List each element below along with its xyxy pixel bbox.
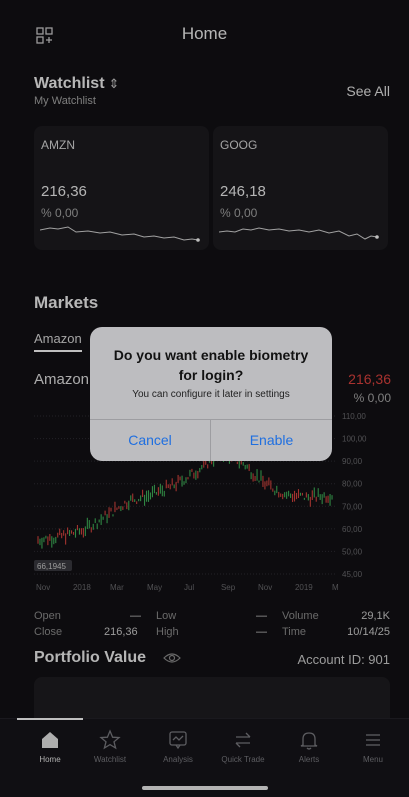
enable-button[interactable]: Enable	[211, 419, 332, 461]
dialog-title: Do you want enable biometry for login?	[90, 345, 332, 385]
cancel-button[interactable]: Cancel	[90, 419, 210, 461]
dialog-message: You can configure it later in settings	[132, 389, 290, 400]
dialog-title-line1: Do you want enable biometry	[113, 347, 309, 363]
dialog-title-line2: for login?	[178, 367, 244, 383]
biometry-dialog: Do you want enable biometry for login? Y…	[90, 327, 332, 461]
